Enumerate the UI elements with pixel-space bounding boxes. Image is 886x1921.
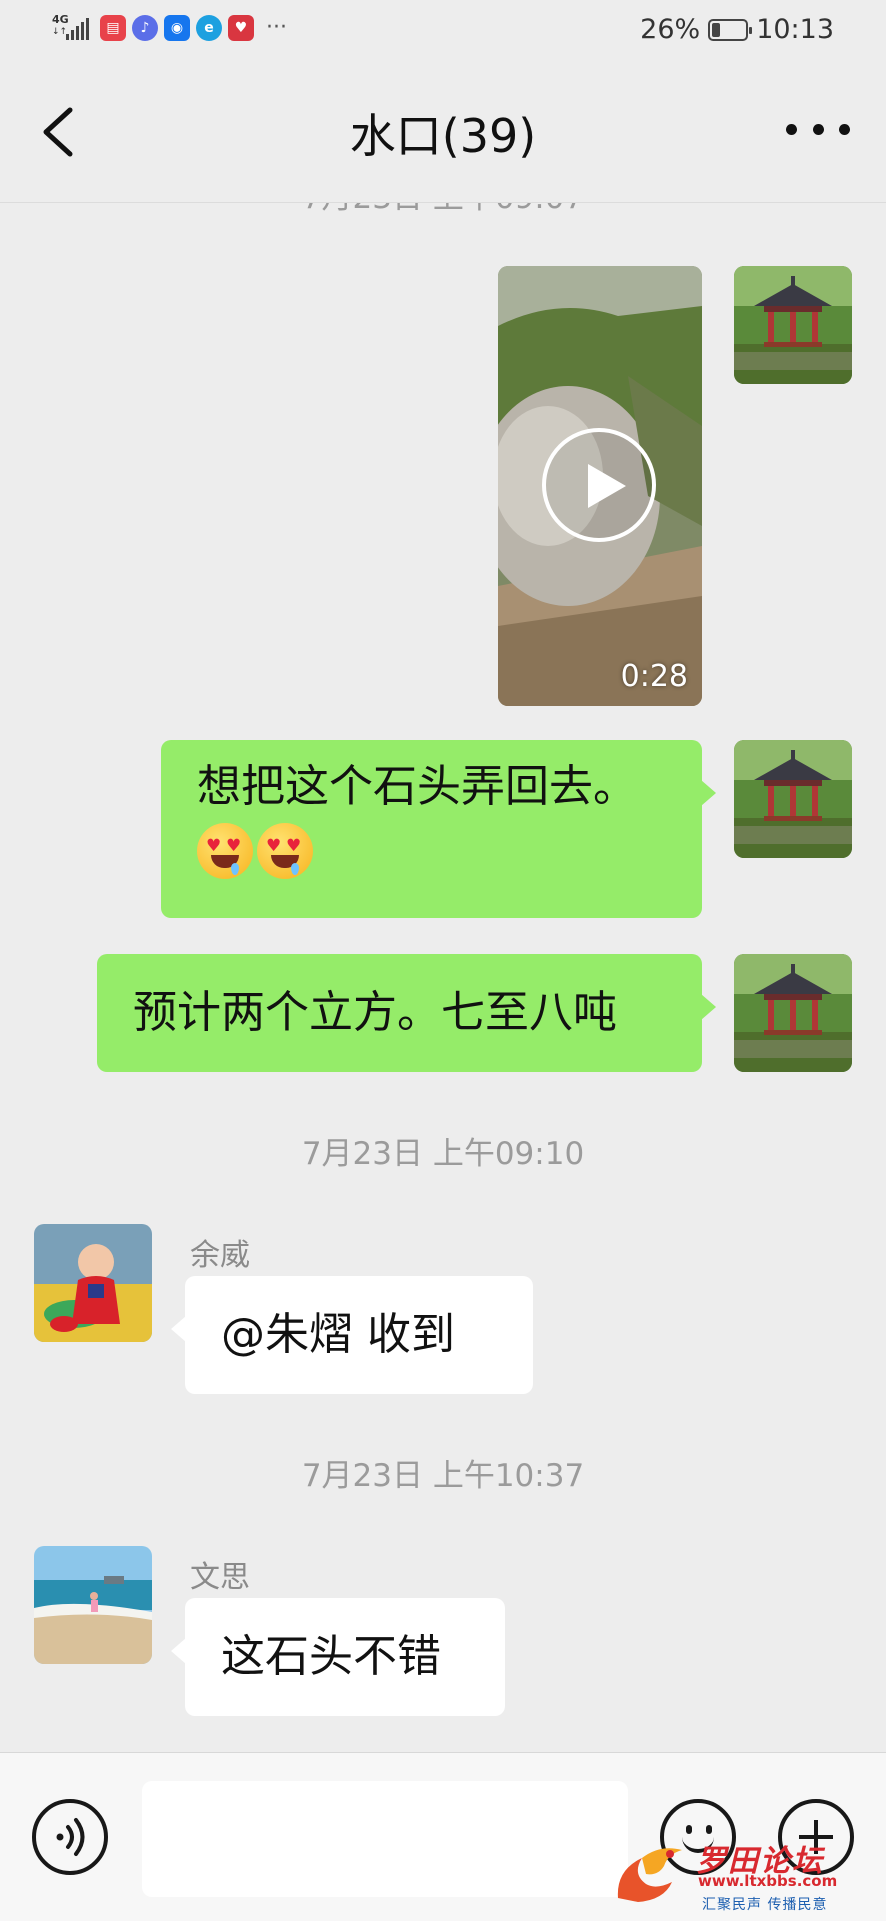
lightbulb-app-icon: ◉ [164, 15, 190, 41]
sender-name: 文思 [190, 1560, 250, 1595]
voice-input-button[interactable] [32, 1799, 108, 1875]
message-text: 想把这个石头弄回去。 [197, 761, 637, 812]
timestamp: 7月23日 上午10:37 [301, 1458, 585, 1494]
reader-app-icon: ▤ [100, 15, 126, 41]
clock: 10:13 [756, 14, 834, 45]
dot-icon [812, 123, 824, 135]
pavilion-image [734, 266, 852, 384]
my-avatar[interactable] [734, 954, 852, 1072]
message-bubble[interactable]: 预计两个立方。七至八吨 [97, 954, 716, 1072]
video-duration: 0:28 [620, 659, 688, 694]
voice-wave-icon [56, 1818, 85, 1856]
heart-eyes-drool-emoji-icon: ♥ ♥ [197, 823, 253, 879]
battery-percent: 26% [640, 14, 701, 45]
forum-watermark: 罗田论坛 www.ltxbbs.com 汇聚民声 传播民意 [612, 1828, 882, 1918]
message-input[interactable] [142, 1781, 628, 1897]
message-list[interactable]: 7月23日 上午09:07 0:28 [0, 202, 886, 1752]
dot-icon [786, 123, 797, 135]
my-avatar[interactable] [734, 740, 852, 858]
my-avatar[interactable] [734, 266, 852, 384]
timestamp: 7月23日 上午09:10 [301, 1136, 585, 1172]
heart-eyes-drool-emoji-icon: ♥ ♥ [257, 823, 313, 879]
cellular-signal-icon: 4G ↓↑ [52, 14, 94, 42]
browser-app-icon: e [196, 15, 222, 41]
message-text: 这石头不错 [221, 1631, 441, 1682]
beach-photo-image [34, 1546, 152, 1664]
more-options-button[interactable] [786, 104, 850, 154]
message-text: 预计两个立方。七至八吨 [133, 987, 617, 1038]
group-chat-title: 水口(39) [349, 109, 537, 163]
video-message[interactable]: 0:28 [498, 266, 702, 706]
music-app-icon: ♪ [132, 15, 158, 41]
message-text: @朱熠 收到 [221, 1309, 455, 1360]
status-bar: 4G ↓↑ ▤ ♪ ◉ e ♥ ··· 26% 10:13 [0, 0, 886, 62]
user-avatar-wensi[interactable] [34, 1546, 152, 1664]
pavilion-image [734, 740, 852, 858]
status-left: 4G ↓↑ ▤ ♪ ◉ e ♥ ··· [52, 14, 287, 42]
message-bubble[interactable]: 想把这个石头弄回去。 ♥ ♥ ♥ ♥ [161, 740, 716, 918]
play-icon[interactable] [542, 428, 656, 542]
sender-name: 余威 [190, 1238, 250, 1273]
chat-header: 水口(39) [0, 62, 886, 203]
shopping-app-icon: ♥ [228, 15, 254, 41]
status-right: 26% 10:13 [640, 14, 834, 45]
more-notifications-icon: ··· [266, 15, 287, 40]
timestamp-partial: 7月23日 上午09:07 [0, 202, 886, 217]
message-bubble[interactable]: @朱熠 收到 [171, 1276, 533, 1394]
user-avatar-yuwei[interactable] [34, 1224, 152, 1342]
phoenix-logo-icon [617, 1848, 682, 1902]
dot-icon [839, 123, 850, 135]
watermark-slogan: 汇聚民声 传播民意 [702, 1897, 828, 1913]
child-photo-image [34, 1224, 152, 1342]
pavilion-image [734, 954, 852, 1072]
battery-icon [708, 18, 753, 41]
message-bubble[interactable]: 这石头不错 [171, 1598, 505, 1716]
watermark-url: www.ltxbbs.com [698, 1872, 838, 1890]
